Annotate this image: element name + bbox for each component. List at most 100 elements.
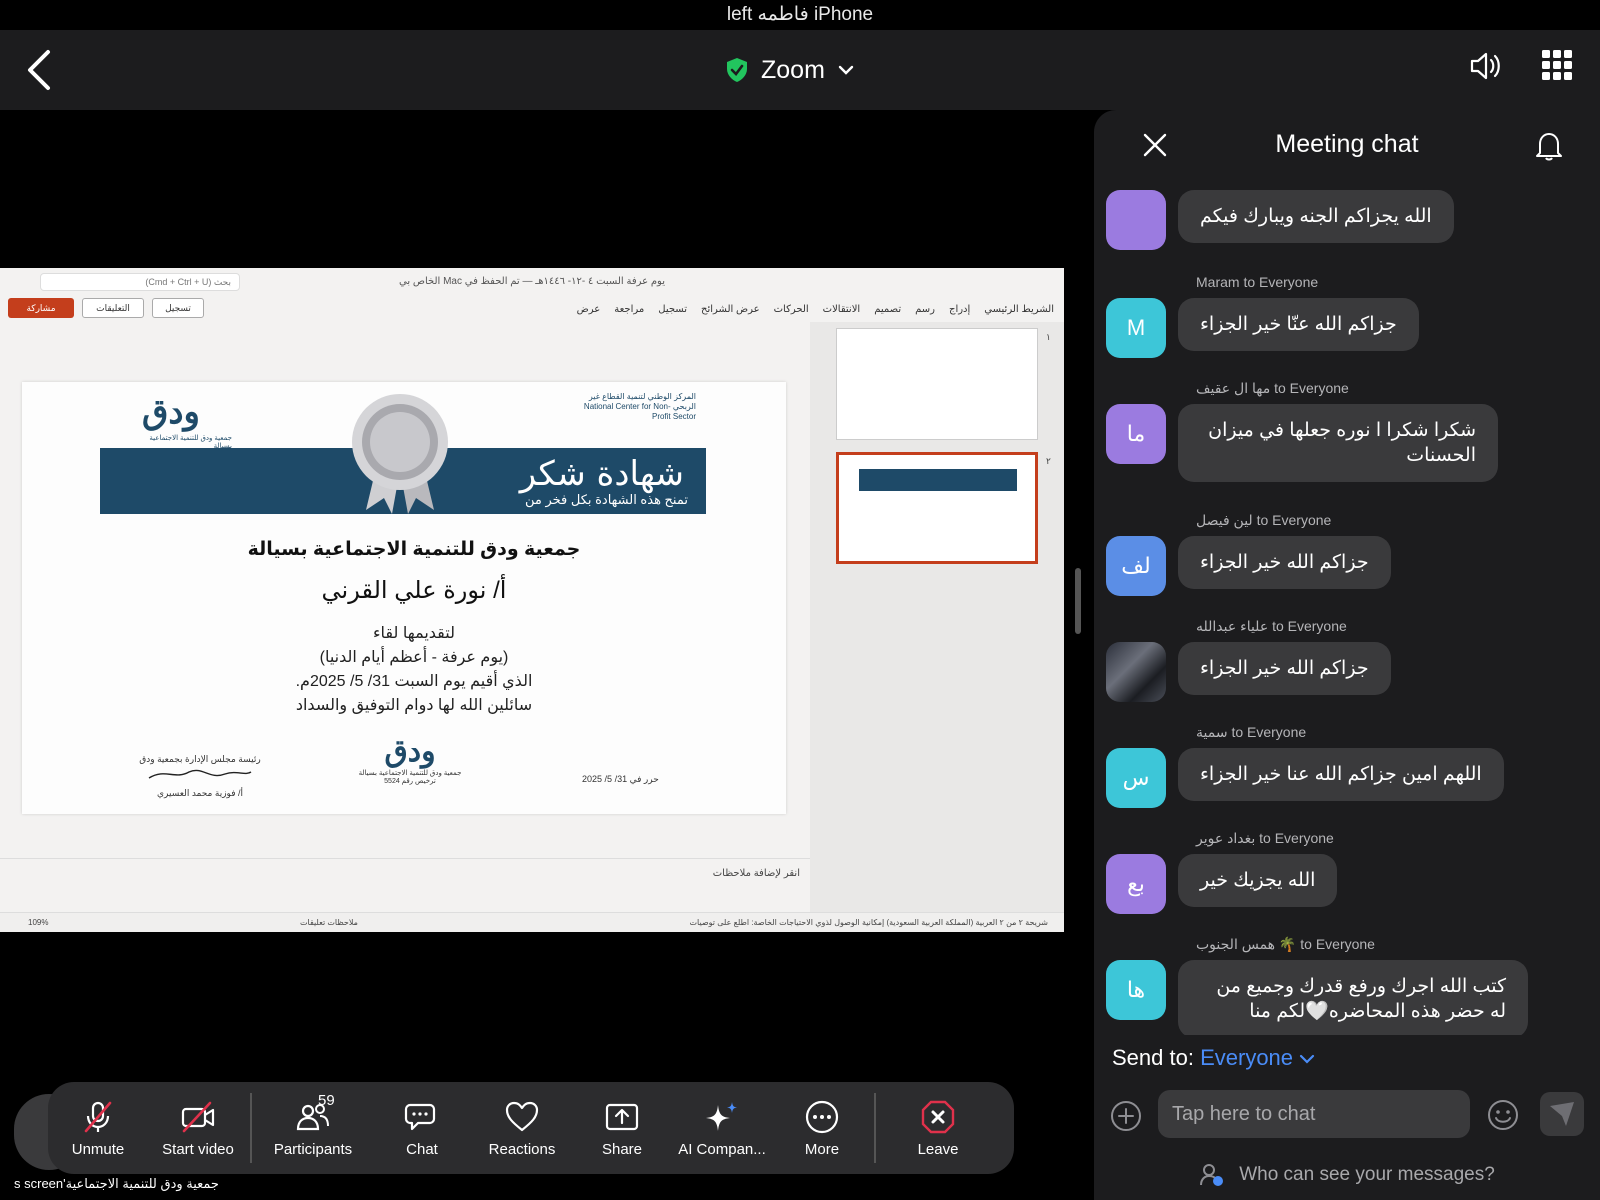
back-chevron-icon[interactable] [20, 46, 60, 94]
ribbon-tab[interactable]: الحركات [774, 304, 809, 315]
participants-count: 59 [318, 1092, 335, 1109]
certificate-organization: جمعية ودق للتنمية الاجتماعية بسيالة [247, 539, 581, 560]
sender-avatar: لف [1106, 536, 1166, 596]
start-video-button[interactable]: Start video [148, 1082, 248, 1174]
meeting-title-dropdown[interactable]: Zoom [725, 48, 855, 92]
ribbon-tab[interactable]: الانتقالات [823, 304, 861, 315]
plus-circle-icon[interactable] [1110, 1100, 1142, 1132]
unmute-button[interactable]: Unmute [48, 1082, 148, 1174]
certificate-center-logo: ودق جمعية ودق للتنمية الاجتماعية بسيالة … [340, 734, 480, 785]
ppt-share-button[interactable]: مشاركة [8, 298, 74, 318]
ribbon-tab[interactable]: عرض الشرائح [701, 304, 760, 315]
send-to-value[interactable]: Everyone [1200, 1045, 1293, 1070]
wadq-logo-caption: جمعية ودق للتنمية الاجتماعية بسيالة [149, 435, 232, 450]
chat-compose-row [1094, 1090, 1600, 1142]
center-logo-caption: جمعية ودق للتنمية الاجتماعية بسيالة [358, 770, 462, 777]
start-video-label: Start video [162, 1140, 234, 1158]
chat-label: Chat [406, 1140, 438, 1158]
chevron-down-icon [1300, 1054, 1315, 1064]
panel-resize-handle[interactable] [1075, 568, 1081, 634]
message-sender: مها ال عقيف to Everyone [1196, 380, 1349, 396]
chat-messages-list[interactable]: الله يجزاكم الجنه ويبارك فيكم Maram to E… [1094, 190, 1600, 1035]
ppt-status-bar: شريحة ٢ من ٢ العربية (المملكة العربية ال… [0, 912, 1064, 932]
more-button[interactable]: More [772, 1082, 872, 1174]
ribbon-tab[interactable]: الشريط الرئيسي [984, 304, 1054, 315]
message-sender: Maram to Everyone [1196, 274, 1319, 290]
ribbon-tab[interactable]: إدراج [949, 304, 970, 315]
message-bubble[interactable]: جزاكم الله خير الجزاء [1178, 536, 1391, 589]
medal-icon [352, 394, 448, 514]
send-button[interactable] [1540, 1092, 1584, 1136]
certificate-recipient: أ/ نورة علي القرني [321, 577, 507, 604]
more-dots-icon [805, 1100, 839, 1133]
message-sender: علياء عبدالله to Everyone [1196, 618, 1347, 634]
ppt-comments-button[interactable]: التعليقات [82, 298, 144, 318]
bell-icon[interactable] [1534, 130, 1564, 162]
slide-thumbnail-2[interactable] [836, 452, 1038, 564]
slide-thumbnail-1[interactable] [836, 328, 1038, 440]
message-sender: سمية to Everyone [1196, 724, 1307, 740]
message-visibility-info[interactable]: Who can see your messages? [1094, 1162, 1600, 1188]
meeting-controls-toolbar: Unmute Start video 59 Participants Chat … [48, 1082, 1014, 1174]
leave-label: Leave [917, 1140, 959, 1158]
sender-avatar: ما [1106, 404, 1166, 464]
ribbon-tab[interactable]: رسم [915, 304, 935, 315]
message-bubble[interactable]: الله يجزاكم الجنه ويبارك فيكم [1178, 190, 1454, 243]
slide-canvas[interactable]: شهادة شكر تمنح هذه الشهادة بكل فخر من ال… [22, 382, 786, 814]
message-bubble[interactable]: جزاكم الله خير الجزاء [1178, 642, 1391, 695]
leave-x-icon [921, 1100, 955, 1133]
share-upload-icon [605, 1103, 639, 1130]
meeting-chat-panel: Meeting chat الله يجزاكم الجنه ويبارك في… [1094, 110, 1600, 1200]
user-info-icon [1200, 1164, 1224, 1186]
speaker-icon[interactable] [1468, 48, 1504, 84]
ribbon-tab[interactable]: تصميم [874, 304, 901, 315]
reactions-label: Reactions [488, 1140, 556, 1158]
reactions-button[interactable]: Reactions [472, 1082, 572, 1174]
signature-scribble-icon [148, 769, 252, 779]
message-bubble[interactable]: شكرا شكرا ا نوره جعلها في ميزان الحسنات [1178, 404, 1498, 482]
certificate-line: لتقديمها لقاء [373, 625, 455, 642]
slide-thumbnails-pane: ١ ٢ [810, 322, 1064, 912]
meeting-top-bar: Zoom [0, 30, 1600, 110]
powerpoint-window: يوم عرفة السبت ٤ -١٢- ١٤٤٦هـ — تم الحفظ … [0, 268, 1064, 932]
message-bubble[interactable]: جزاكم الله عنّا خير الجزاء [1178, 298, 1419, 351]
chat-button[interactable]: Chat [372, 1082, 472, 1174]
chat-panel-title: Meeting chat [1275, 130, 1419, 158]
chat-input[interactable] [1158, 1090, 1470, 1138]
share-screen-button[interactable]: Share [572, 1082, 672, 1174]
visibility-text: Who can see your messages? [1239, 1164, 1495, 1185]
ppt-notes-area[interactable]: انقر لإضافة ملاحظات [0, 858, 810, 888]
send-arrow-icon [1550, 1102, 1574, 1126]
ribbon-tab[interactable]: تسجيل [658, 304, 687, 315]
certificate-date: حرر في 31/ 5/ 2025 [582, 774, 659, 784]
message-bubble[interactable]: اللهم امين جزاكم الله عنا خير الجزاء [1178, 748, 1504, 801]
sender-avatar: ها [1106, 960, 1166, 1020]
leave-button[interactable]: Leave [878, 1082, 998, 1174]
certificate-line: الذي أقيم يوم السبت 31/ 5/ 2025م. [295, 673, 533, 690]
send-to-label: Send to: [1112, 1045, 1194, 1070]
ppt-zoom-level[interactable]: 109% [28, 913, 48, 933]
grid-view-icon[interactable] [1540, 48, 1574, 82]
ppt-search-box[interactable]: بحث (Cmd + Ctrl + U) [40, 273, 240, 291]
ribbon-tab[interactable]: عرض [577, 304, 601, 315]
certificate-line: (يوم عرفة - أعظم أيام الدنيا) [319, 649, 509, 666]
ppt-record-button[interactable]: تسجيل [152, 298, 204, 318]
ai-companion-button[interactable]: AI Compan... [672, 1082, 772, 1174]
toolbar-divider [874, 1093, 876, 1163]
certificate-signature: رئيسة مجلس الإدارة بجمعية ودق أ/ فوزية م… [130, 752, 270, 800]
center-logo-mark: ودق [384, 734, 436, 769]
sender-avatar [1106, 190, 1166, 250]
send-to-selector[interactable]: Send to: Everyone [1112, 1045, 1315, 1071]
sparkle-icon [706, 1101, 737, 1131]
message-sender: لين فيصل to Everyone [1196, 512, 1332, 528]
message-bubble[interactable]: الله يجزيك خير [1178, 854, 1338, 907]
participants-button[interactable]: 59 Participants [254, 1082, 372, 1174]
ribbon-tab[interactable]: مراجعة [614, 304, 644, 315]
message-bubble[interactable]: كتب الله اجرك ورفع قدرك وجميع من له حضر … [1178, 960, 1528, 1035]
heart-icon [505, 1101, 539, 1131]
participants-label: Participants [273, 1140, 353, 1158]
ppt-notes-toggle[interactable]: ملاحظات تعليقات [300, 913, 358, 933]
sender-avatar: M [1106, 298, 1166, 358]
certificate-body: لتقديمها لقاء (يوم عرفة - أعظم أيام الدن… [22, 622, 786, 718]
emoji-icon[interactable] [1486, 1098, 1520, 1132]
